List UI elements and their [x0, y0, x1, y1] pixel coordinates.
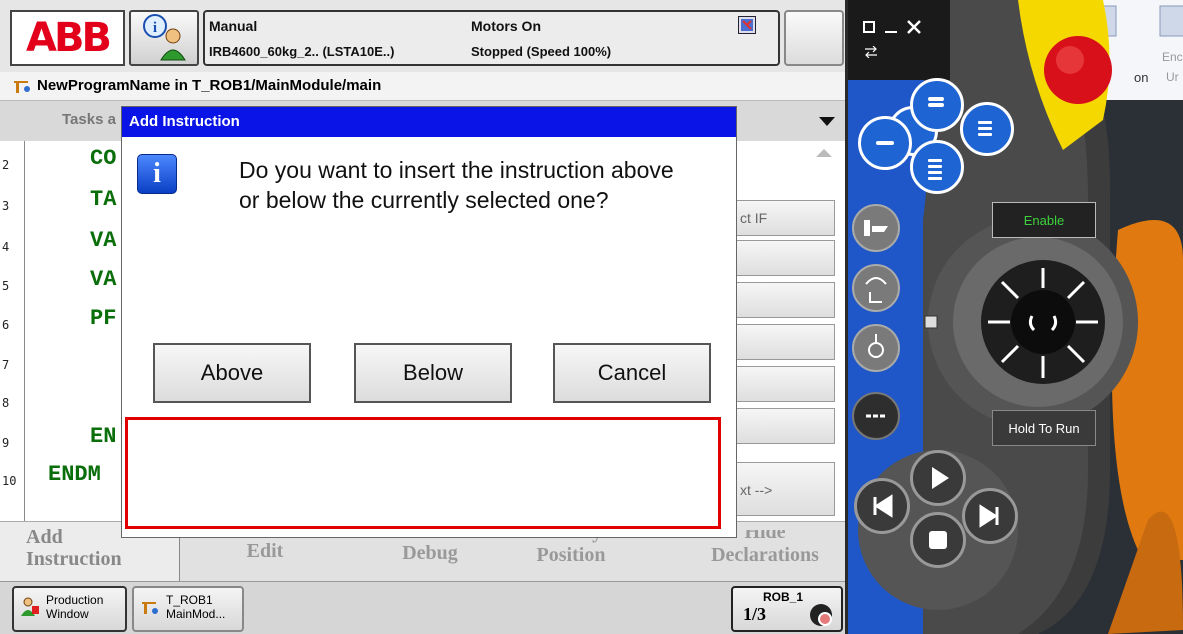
start-key[interactable] [910, 450, 966, 506]
line-number: 3 [2, 199, 10, 213]
above-button[interactable]: Above [153, 343, 311, 403]
motors-status: Motors On [471, 18, 541, 34]
hide-declarations-label-2: Declarations [711, 544, 819, 566]
line-number: 4 [2, 240, 10, 254]
add-instruction-dialog: Add Instruction i Do you want to insert … [121, 106, 737, 538]
modify-position-label-2: Position [536, 544, 606, 566]
increment-icon [868, 334, 884, 358]
line-number: 6 [2, 318, 10, 332]
line-number: 7 [2, 358, 10, 372]
close-icon[interactable] [906, 19, 922, 35]
t-rob1-label-2: MainMod... [166, 607, 226, 621]
dash-icon [866, 414, 886, 418]
cancel-button[interactable]: Cancel [553, 343, 711, 403]
svg-text:i: i [153, 20, 157, 36]
dialog-title: Add Instruction [122, 107, 736, 137]
step-backward-icon [873, 494, 893, 518]
production-window-button[interactable]: Production Window [12, 586, 127, 632]
line-number: 2 [2, 158, 10, 172]
line-number: 10 [2, 474, 17, 488]
editor-side-button[interactable] [735, 240, 835, 276]
program-path-bar: NewProgramName in T_ROB1/MainModule/main [0, 72, 845, 101]
editor-side-button[interactable] [735, 366, 835, 402]
below-button[interactable]: Below [354, 343, 512, 403]
editor-side-button[interactable]: xt --> [735, 462, 835, 516]
info-icon: i [137, 154, 177, 194]
user-info-button[interactable]: i [129, 10, 199, 66]
line-number: 8 [2, 396, 10, 410]
robot-unit-label: ROB_1 [763, 590, 804, 604]
reorient-icon [865, 277, 887, 303]
editor-side-button[interactable] [735, 282, 835, 318]
minimize-icon[interactable] [884, 20, 898, 34]
operating-mode: Manual [209, 18, 258, 34]
robot-model: IRB4600_60kg_2.. (LSTA10E..) [209, 44, 395, 59]
production-window-icon [21, 597, 39, 616]
increment-fraction: 1/3 [743, 604, 767, 624]
step-forward-key[interactable] [962, 488, 1018, 544]
dialog-message: Do you want to insert the instruction ab… [239, 155, 674, 215]
programmable-keys-marks [876, 97, 992, 180]
code-line[interactable]: EN [90, 424, 116, 449]
taskbar: Production Window T_ROB1 MainMod... ROB_… [0, 581, 845, 634]
enable-button[interactable]: Enable [992, 202, 1096, 238]
robot-status-icon [810, 604, 832, 626]
abb-logo[interactable]: ABB [10, 10, 125, 66]
close-screen-button[interactable] [784, 10, 844, 66]
scroll-up-icon[interactable] [815, 148, 833, 158]
background-text-1: on [1134, 70, 1149, 85]
status-indicator-icon [738, 16, 756, 34]
restore-icon[interactable] [862, 20, 876, 34]
hold-to-run-button[interactable]: Hold To Run [992, 410, 1096, 446]
code-line[interactable]: TA [90, 187, 116, 212]
background-text-3: Ur [1166, 70, 1179, 84]
editor-side-button[interactable] [735, 324, 835, 360]
stop-key[interactable] [910, 512, 966, 568]
program-path: NewProgramName in T_ROB1/MainModule/main [37, 77, 382, 94]
dropdown-arrow-icon[interactable] [818, 115, 836, 127]
production-window-label-1: Production [46, 593, 104, 607]
t-rob1-label-1: T_ROB1 [166, 593, 213, 607]
mechanical-unit-icon [864, 220, 888, 236]
line-number: 9 [2, 436, 10, 450]
run-state: Stopped (Speed 100%) [471, 44, 612, 59]
top-status-bar: ABB i Manual IRB4600_60kg_2.. (LSTA10E..… [0, 0, 845, 72]
status-panel[interactable]: Manual IRB4600_60kg_2.. (LSTA10E..) Moto… [203, 10, 780, 66]
play-icon [932, 467, 949, 489]
mechanical-unit-key[interactable] [852, 204, 900, 252]
background-text-2: Enco [1162, 50, 1183, 64]
program-editor-icon [142, 602, 158, 614]
dialog-message-line-1: Do you want to insert the instruction ab… [239, 157, 674, 183]
quickset-rob1-button[interactable]: ROB_1 1/3 [731, 586, 843, 632]
program-icon [14, 81, 30, 93]
production-window-label-2: Window [46, 607, 89, 621]
dialog-message-line-2: or below the currently selected one? [239, 187, 609, 213]
virtual-pendant-panel: on Enco Ur Enable Hold To Run [848, 0, 1183, 634]
code-line[interactable]: VA [90, 267, 116, 292]
stop-icon [929, 531, 947, 549]
code-line[interactable]: PF [90, 306, 116, 331]
user-info-icon: i [143, 14, 186, 61]
editor-side-button[interactable]: ct IF [735, 200, 835, 236]
highlighted-button-group [125, 417, 721, 529]
editor-side-button[interactable] [735, 408, 835, 444]
line-number: 5 [2, 279, 10, 293]
flexpendant-screen: ABB i Manual IRB4600_60kg_2.. (LSTA10E..… [0, 0, 848, 634]
code-line[interactable]: ENDM [48, 462, 101, 487]
pendant-window-controls [862, 18, 932, 38]
swap-arrows-icon[interactable] [864, 46, 878, 58]
code-line[interactable]: CO [90, 146, 116, 171]
code-line[interactable]: VA [90, 228, 116, 253]
add-instruction-label-2: Instruction [26, 548, 122, 570]
increment-key[interactable] [852, 324, 900, 372]
tasks-label: Tasks a [62, 111, 116, 128]
step-backward-key[interactable] [854, 478, 910, 534]
line-number-separator [24, 141, 25, 521]
motion-mode-key[interactable] [852, 264, 900, 312]
t-rob1-window-button[interactable]: T_ROB1 MainMod... [132, 586, 244, 632]
unassigned-key[interactable] [852, 392, 900, 440]
step-forward-icon [979, 504, 999, 528]
